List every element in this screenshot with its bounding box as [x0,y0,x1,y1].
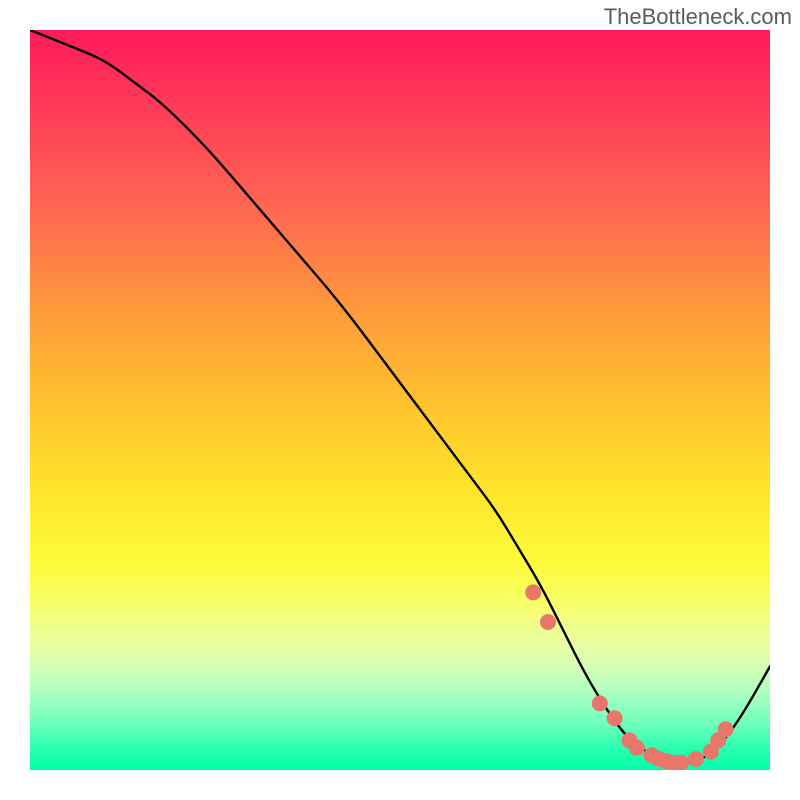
bottleneck-curve-line [30,30,770,763]
data-marker [718,721,734,737]
chart-area [30,30,770,770]
data-marker [592,695,608,711]
data-marker [688,751,704,767]
data-marker [525,584,541,600]
data-marker [540,614,556,630]
data-marker [607,710,623,726]
marker-group [525,584,733,770]
chart-overlay-svg [30,30,770,770]
watermark-text: TheBottleneck.com [604,4,792,30]
data-marker [673,755,689,770]
data-marker [629,740,645,756]
